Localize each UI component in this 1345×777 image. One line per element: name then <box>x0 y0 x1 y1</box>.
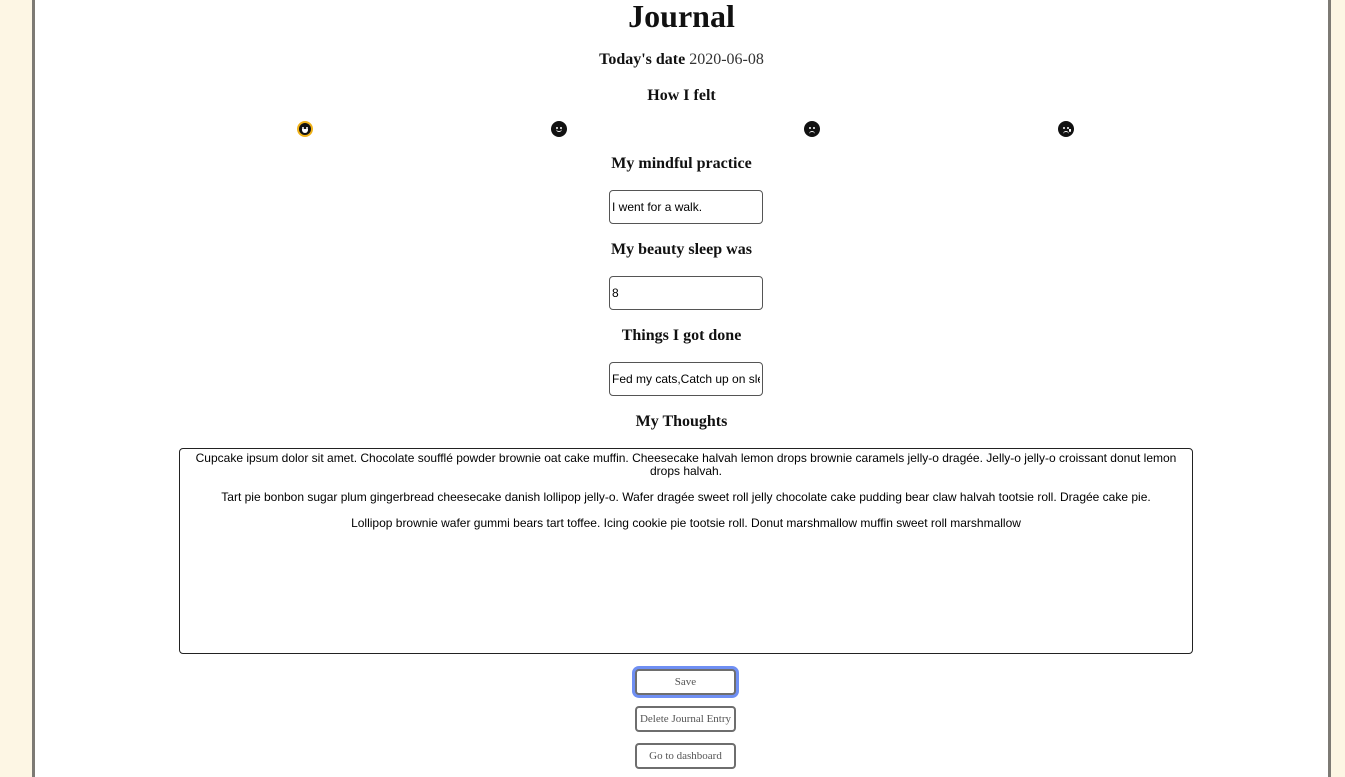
mouth <box>809 131 815 134</box>
tear <box>1069 129 1071 132</box>
eye-left <box>1063 127 1065 129</box>
date-label: Today's date <box>599 51 686 68</box>
thoughts-heading: My Thoughts <box>635 413 728 430</box>
mood-heading: How I felt <box>647 87 716 104</box>
journal-panel: Journal Today's date 2020-06-08 How I fe… <box>32 0 1331 777</box>
done-heading: Things I got done <box>621 327 742 344</box>
sad-face-icon[interactable] <box>1058 121 1074 137</box>
mouth <box>556 129 562 132</box>
things-done-input[interactable] <box>609 362 763 396</box>
face-inner <box>806 123 818 135</box>
thoughts-paragraph: Cupcake ipsum dolor sit amet. Chocolate … <box>195 451 1177 478</box>
mindful-practice-input[interactable] <box>609 190 763 224</box>
dashboard-button[interactable]: Go to dashboard <box>635 743 736 769</box>
date-value: 2020-06-08 <box>689 51 764 68</box>
page-title: Journal <box>628 0 735 34</box>
delete-entry-button[interactable]: Delete Journal Entry <box>635 706 736 732</box>
face-inner <box>299 123 311 135</box>
thoughts-textarea[interactable]: Cupcake ipsum dolor sit amet. Chocolate … <box>179 448 1193 654</box>
face-inner <box>1060 123 1072 135</box>
save-button[interactable]: Save <box>635 669 736 695</box>
very-happy-face-icon[interactable] <box>297 121 313 137</box>
sleep-hours-input[interactable] <box>609 276 763 310</box>
mindful-heading: My mindful practice <box>611 155 752 172</box>
face-inner <box>553 123 565 135</box>
thoughts-paragraph: Lollipop brownie wafer gummi bears tart … <box>351 516 1021 530</box>
happy-face-icon[interactable] <box>551 121 567 137</box>
thoughts-paragraph: Tart pie bonbon sugar plum gingerbread c… <box>221 490 1151 504</box>
eye-right <box>813 127 815 129</box>
eye-left <box>809 127 811 129</box>
sleep-heading: My beauty sleep was <box>611 241 752 258</box>
mouth <box>302 129 308 133</box>
mouth <box>1063 131 1069 134</box>
date-line: Today's date 2020-06-08 <box>35 49 1328 71</box>
frown-face-icon[interactable] <box>804 121 820 137</box>
